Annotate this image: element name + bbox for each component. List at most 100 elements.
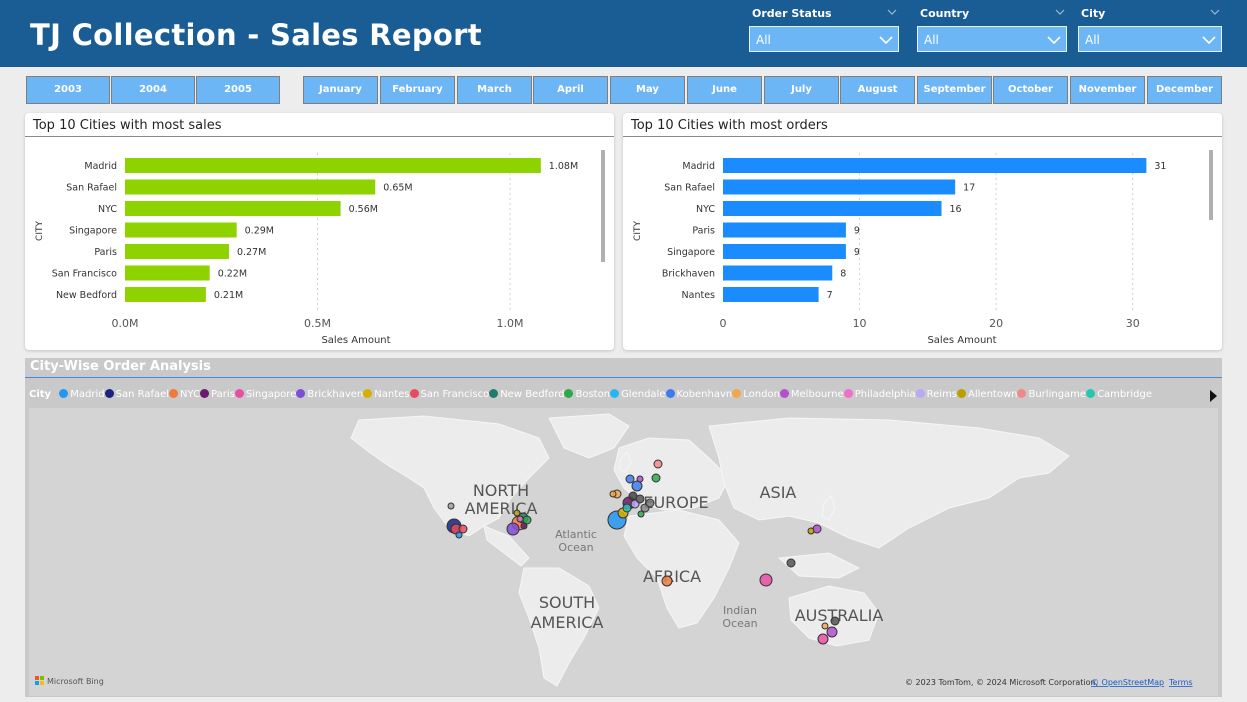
legend-item-singapore[interactable]: Singapore <box>234 389 296 400</box>
month-button-january[interactable]: January <box>303 76 378 104</box>
scrollbar[interactable] <box>601 150 605 262</box>
bar-paris[interactable] <box>125 244 229 259</box>
legend-item-nantes[interactable]: Nantes <box>363 389 410 400</box>
map-bubble-europe-7[interactable] <box>651 473 661 483</box>
legend-item-paris[interactable]: Paris <box>200 389 235 400</box>
legend-item-allentown[interactable]: Allentown <box>957 389 1017 400</box>
legend-item-reims[interactable]: Reims <box>915 389 957 400</box>
month-button-february[interactable]: February <box>380 76 455 104</box>
bar-nyc[interactable] <box>723 201 942 216</box>
bar-san-francisco[interactable] <box>125 265 210 281</box>
legend-item-london[interactable]: London <box>732 389 780 400</box>
map-bubble-europe-4[interactable] <box>645 498 655 508</box>
map-bubble-europe-5[interactable] <box>637 510 645 518</box>
legend-item-philadelphia[interactable]: Philadelphia <box>843 389 916 400</box>
legend-label: Kobenhavn <box>676 389 733 400</box>
legend-item-burlingame[interactable]: Burlingame <box>1017 389 1086 400</box>
map-bubble-kobenhavn[interactable] <box>631 480 643 492</box>
order-status-dropdown[interactable]: All <box>749 26 899 52</box>
map-bubble-allentown[interactable] <box>513 509 521 517</box>
map-bubble-japan-2[interactable] <box>807 527 815 535</box>
legend-label: Nantes <box>374 389 410 400</box>
map-bubble-australia-1[interactable] <box>830 616 840 626</box>
month-button-june[interactable]: June <box>687 76 762 104</box>
map-bubble-burlingame[interactable] <box>447 502 455 510</box>
map-bubble-asia[interactable] <box>786 558 796 568</box>
data-label: 7 <box>827 290 833 301</box>
month-button-september[interactable]: September <box>917 76 992 104</box>
map-bubble-europe-9[interactable] <box>636 475 644 483</box>
map-bubble-australia-3[interactable] <box>821 622 829 630</box>
legend-label: Glendale <box>621 389 666 400</box>
scrollbar[interactable] <box>1209 150 1213 220</box>
bar-singapore[interactable] <box>723 244 846 259</box>
map-bubble-europe-8[interactable] <box>653 459 663 469</box>
bar-brickhaven[interactable] <box>723 265 833 281</box>
year-button-2005[interactable]: 2005 <box>196 76 280 104</box>
map-bubble-africa[interactable] <box>661 575 673 587</box>
bar-madrid[interactable] <box>723 158 1147 173</box>
bar-san-rafael[interactable] <box>723 179 956 195</box>
x-tick-label: 0.0M <box>112 317 139 330</box>
legend-item-nyc[interactable]: NYC <box>169 389 200 400</box>
legend-item-cambridge[interactable]: Cambridge <box>1086 389 1152 400</box>
city-dropdown[interactable]: All <box>1078 26 1222 52</box>
bar-new-bedford[interactable] <box>125 287 206 302</box>
bar-singapore[interactable] <box>125 222 237 238</box>
map-bubble-melbourne[interactable] <box>826 626 838 638</box>
legend-dot <box>104 389 114 398</box>
map-bubble-philadelphia[interactable] <box>516 515 524 523</box>
legend-item-boston[interactable]: Boston <box>564 389 610 400</box>
month-button-july[interactable]: July <box>764 76 839 104</box>
legend-item-new-bedford[interactable]: New Bedford <box>489 389 564 400</box>
year-button-2003[interactable]: 2003 <box>26 76 110 104</box>
map-bubble-glendale[interactable] <box>455 531 463 539</box>
bar-madrid[interactable] <box>125 158 541 173</box>
data-label: 17 <box>963 183 975 194</box>
map-bubble-europe-6[interactable] <box>625 474 635 484</box>
category-label: Singapore <box>69 226 117 237</box>
ocean-label-atlantic: Atlantic Ocean <box>555 528 597 554</box>
legend-item-glendale[interactable]: Glendale <box>610 389 666 400</box>
map-bubble-europe-2[interactable] <box>628 491 638 501</box>
chevron-down-icon[interactable] <box>887 7 897 17</box>
month-button-april[interactable]: April <box>533 76 608 104</box>
map-bubble-singapore[interactable] <box>759 573 773 587</box>
world-map[interactable]: NORTH AMERICA EUROPE ASIA AFRICA SOUTH AME… <box>29 408 1218 696</box>
country-dropdown[interactable]: All <box>917 26 1067 52</box>
month-button-october[interactable]: October <box>993 76 1068 104</box>
category-label: Madrid <box>84 161 117 172</box>
legend-dot <box>169 389 179 398</box>
chevron-down-icon[interactable] <box>1055 7 1065 17</box>
legend-item-san-francisco[interactable]: San Francisco <box>409 389 489 400</box>
terms-link[interactable]: Terms <box>1168 678 1193 687</box>
legend-next-icon[interactable] <box>1208 389 1218 403</box>
legend-item-madrid[interactable]: Madrid <box>59 389 105 400</box>
map-bubble-europe-10[interactable] <box>609 490 617 498</box>
legend-dot <box>409 389 419 398</box>
legend-item-brickhaven[interactable]: Brickhaven <box>296 389 363 400</box>
map-bubble-east-coast[interactable] <box>520 522 528 530</box>
openstreetmap-link[interactable]: © OpenStreetMap <box>1091 678 1164 687</box>
month-button-august[interactable]: August <box>840 76 915 104</box>
month-button-december[interactable]: December <box>1147 76 1222 104</box>
bar-nyc[interactable] <box>125 201 341 216</box>
year-button-2004[interactable]: 2004 <box>111 76 195 104</box>
map-bubble-australia-2[interactable] <box>817 633 829 645</box>
bar-paris[interactable] <box>723 222 846 238</box>
month-button-march[interactable]: March <box>457 76 532 104</box>
bar-san-rafael[interactable] <box>125 179 376 195</box>
month-button-november[interactable]: November <box>1070 76 1145 104</box>
data-label: 0.29M <box>245 226 274 237</box>
month-button-may[interactable]: May <box>610 76 685 104</box>
legend-item-san-rafael[interactable]: San Rafael <box>104 389 169 400</box>
category-label: San Francisco <box>52 269 117 280</box>
bar-nantes[interactable] <box>723 287 819 302</box>
chevron-down-icon[interactable] <box>1210 7 1220 17</box>
logo-square <box>40 681 44 685</box>
data-label: 9 <box>854 226 860 237</box>
map-bubble-brickhaven[interactable] <box>506 522 520 536</box>
legend-item-melbourne[interactable]: Melbourne <box>779 389 844 400</box>
legend-item-kobenhavn[interactable]: Kobenhavn <box>665 389 733 400</box>
map-bubble-cambridge[interactable] <box>622 503 632 513</box>
